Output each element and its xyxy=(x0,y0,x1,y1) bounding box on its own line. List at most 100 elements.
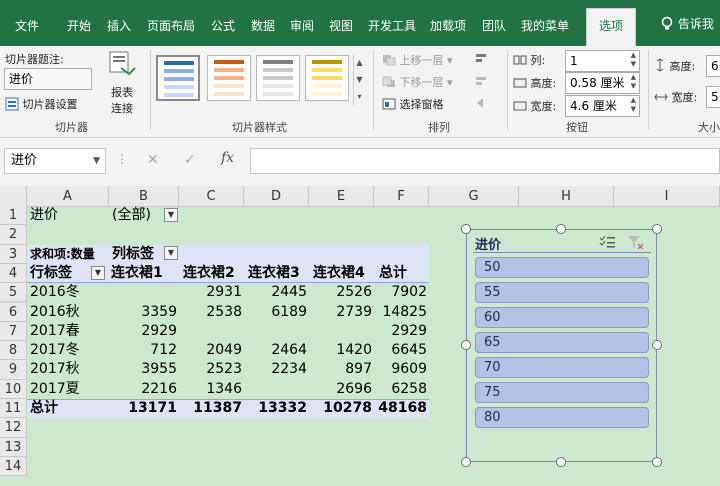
tab-home[interactable]: 开始 xyxy=(67,15,91,37)
pivot-cell[interactable]: 14825 xyxy=(374,303,427,322)
slicer-style-gray[interactable] xyxy=(256,55,300,101)
enter-icon[interactable]: ✓ xyxy=(184,152,196,168)
tab-team[interactable]: 团队 xyxy=(482,15,506,37)
row-header-9[interactable]: 9 xyxy=(0,360,27,380)
slicer-item[interactable]: 70 xyxy=(475,357,649,378)
tab-file[interactable]: 文件 xyxy=(15,15,39,37)
row-header-12[interactable]: 12 xyxy=(0,418,27,438)
report-connections-button[interactable]: 报表 连接 xyxy=(104,50,140,116)
col-label-dropdown-icon[interactable]: ▼ xyxy=(164,246,178,260)
tab-insert[interactable]: 插入 xyxy=(107,15,131,37)
multi-select-icon[interactable] xyxy=(598,235,616,249)
row-header-14[interactable]: 14 xyxy=(0,456,27,477)
select-all-corner[interactable] xyxy=(0,186,27,207)
slicer-style-yellow[interactable] xyxy=(305,55,349,101)
pivot-cell[interactable]: 2445 xyxy=(244,283,307,302)
pivot-cell[interactable]: 2696 xyxy=(309,380,372,399)
row-header-2[interactable]: 2 xyxy=(0,225,27,245)
pivot-row-label-cell[interactable]: 2017春 xyxy=(30,322,80,341)
slicer-item[interactable]: 55 xyxy=(475,282,649,303)
pivot-cell[interactable]: 1346 xyxy=(179,380,242,399)
row-header-13[interactable]: 13 xyxy=(0,437,27,457)
pivot-cell[interactable]: 2234 xyxy=(244,360,307,379)
pivot-cell[interactable]: 6189 xyxy=(244,303,307,322)
tell-me[interactable]: 告诉我 xyxy=(660,15,714,32)
slicer-item[interactable]: 65 xyxy=(475,332,649,353)
pivot-cell[interactable] xyxy=(309,322,372,341)
row-header-1[interactable]: 1 xyxy=(0,206,27,226)
pivot-cell[interactable]: 2464 xyxy=(244,341,307,360)
pivot-cell[interactable]: 2931 xyxy=(179,283,242,302)
selection-pane-button[interactable]: 选择窗格 xyxy=(382,96,444,112)
pivot-cell[interactable]: 1420 xyxy=(309,341,372,360)
name-box[interactable]: 进价 ▼ xyxy=(4,148,106,174)
pivot-total-label[interactable]: 总计 xyxy=(30,399,58,418)
row-header-11[interactable]: 11 xyxy=(0,399,27,419)
slicer-item[interactable]: 60 xyxy=(475,307,649,328)
pivot-cell[interactable]: 6258 xyxy=(374,380,427,399)
formula-input[interactable] xyxy=(250,148,720,174)
pivot-row-label-cell[interactable]: 2017秋 xyxy=(30,360,80,379)
resize-handle[interactable] xyxy=(556,224,566,234)
pivot-filter-value[interactable]: (全部) xyxy=(112,206,151,225)
row-header-10[interactable]: 10 xyxy=(0,379,27,399)
col-header-f[interactable]: F xyxy=(374,186,429,207)
tab-review[interactable]: 审阅 xyxy=(290,15,314,37)
pivot-sum-label[interactable]: 求和项:数量 xyxy=(30,245,95,264)
pivot-cell[interactable] xyxy=(179,322,242,341)
cancel-icon[interactable]: ✕ xyxy=(147,152,159,168)
pivot-cell[interactable]: 2049 xyxy=(179,341,242,360)
pivot-col-header[interactable]: 总计 xyxy=(379,264,407,283)
pivot-row-label-cell[interactable]: 2016秋 xyxy=(30,303,80,322)
resize-handle[interactable] xyxy=(461,457,471,467)
pivot-row-label-cell[interactable]: 2017冬 xyxy=(30,341,80,360)
pivot-total-cell[interactable]: 48168 xyxy=(374,399,427,418)
col-header-i[interactable]: I xyxy=(614,186,720,207)
pivot-cell[interactable]: 2739 xyxy=(309,303,372,322)
pivot-cell[interactable]: 2929 xyxy=(374,322,427,341)
resize-handle[interactable] xyxy=(652,457,662,467)
spinner-icon[interactable]: ▲ ▼ xyxy=(631,96,636,114)
col-header-b[interactable]: B xyxy=(109,186,179,207)
slicer-caption-input[interactable]: 进价 xyxy=(4,68,92,90)
tab-addins[interactable]: 加载项 xyxy=(430,15,466,37)
row-header-7[interactable]: 7 xyxy=(0,321,27,342)
row-header-5[interactable]: 5 xyxy=(0,283,27,303)
resize-handle[interactable] xyxy=(652,224,662,234)
slicer-style-orange[interactable] xyxy=(207,55,251,101)
pivot-total-cell[interactable]: 13332 xyxy=(244,399,307,418)
tab-data[interactable]: 数据 xyxy=(251,15,275,37)
tab-my-menu[interactable]: 我的菜单 xyxy=(521,15,569,37)
resize-handle[interactable] xyxy=(461,340,471,350)
col-header-h[interactable]: H xyxy=(519,186,614,207)
slicer-item[interactable]: 80 xyxy=(475,407,649,428)
tab-formulas[interactable]: 公式 xyxy=(211,15,235,37)
filter-dropdown-icon[interactable]: ▼ xyxy=(164,208,178,222)
row-label-dropdown-icon[interactable]: ▼ xyxy=(91,265,105,280)
pivot-cell[interactable] xyxy=(244,322,307,341)
tab-developer[interactable]: 开发工具 xyxy=(368,15,416,37)
tab-page-layout[interactable]: 页面布局 xyxy=(147,15,195,37)
slicer-style-blue[interactable] xyxy=(156,55,200,101)
resize-handle[interactable] xyxy=(652,340,662,350)
spinner-icon[interactable]: ▲ ▼ xyxy=(631,73,636,91)
pivot-cell[interactable]: 712 xyxy=(109,341,177,360)
pivot-cell[interactable]: 3359 xyxy=(109,303,177,322)
slicer[interactable]: 进价 50 55 60 65 70 75 80 xyxy=(466,229,657,462)
spinner-icon[interactable]: ▲ ▼ xyxy=(631,51,636,69)
row-header-6[interactable]: 6 xyxy=(0,302,27,322)
col-header-d[interactable]: D xyxy=(244,186,309,207)
pivot-cell[interactable]: 2523 xyxy=(179,360,242,379)
pivot-col-header[interactable]: 连衣裙4 xyxy=(313,264,365,283)
pivot-cell[interactable]: 7902 xyxy=(374,283,427,302)
col-header-e[interactable]: E xyxy=(309,186,374,207)
slicer-item[interactable]: 50 xyxy=(475,257,649,278)
bring-forward-button[interactable]: 上移一层 ▾ xyxy=(382,52,453,68)
pivot-total-cell[interactable]: 10278 xyxy=(309,399,372,418)
pivot-cell[interactable]: 9609 xyxy=(374,360,427,379)
pivot-cell[interactable]: 897 xyxy=(309,360,372,379)
pivot-cell[interactable] xyxy=(109,283,177,302)
columns-input[interactable]: 1 ▲ ▼ xyxy=(565,50,640,72)
pivot-col-header[interactable]: 连衣裙2 xyxy=(183,264,235,283)
pivot-cell[interactable]: 3955 xyxy=(109,360,177,379)
